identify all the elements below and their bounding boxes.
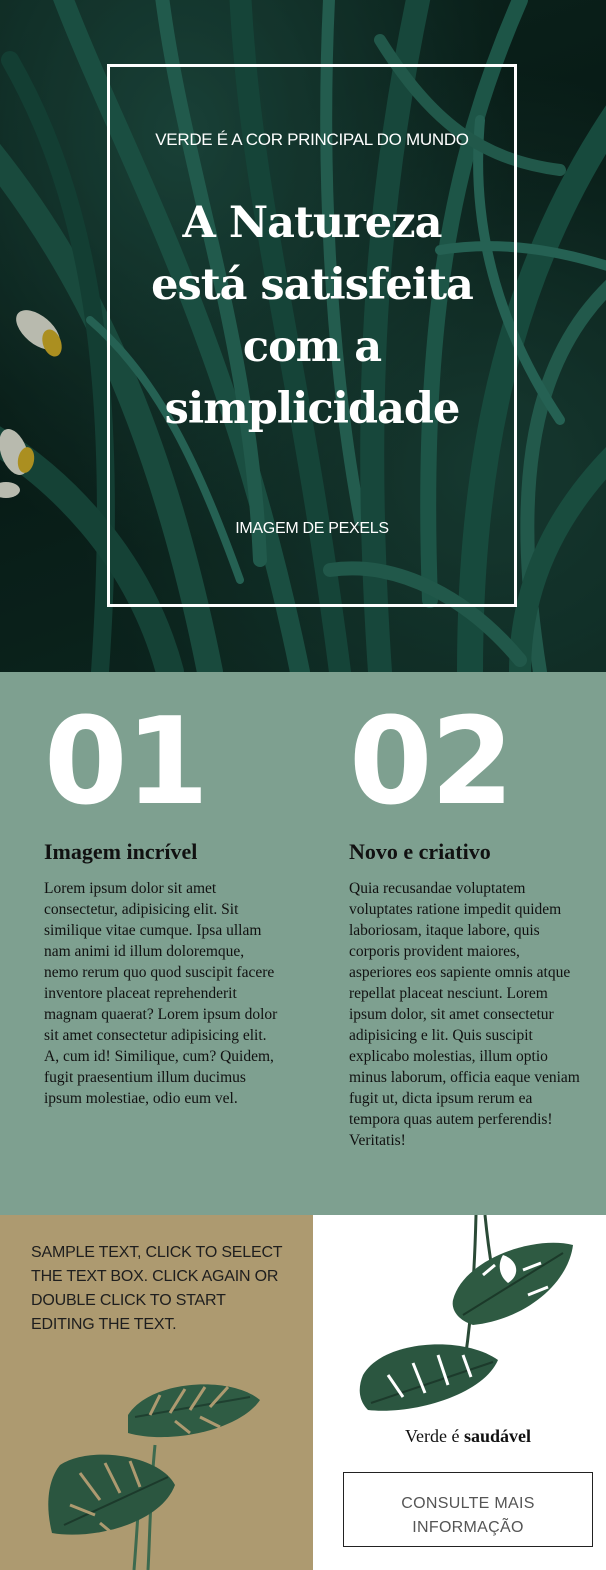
feature-body: Quia recusandae voluptatem voluptates ra… — [349, 880, 580, 1149]
feature-title-regular: Novo e — [349, 839, 419, 864]
feature-number: 02 — [349, 693, 514, 832]
cta-caption-bold: saudável — [463, 1426, 531, 1446]
feature-title-bold: criativo — [418, 839, 491, 864]
learn-more-button[interactable]: CONSULTE MAIS INFORMAÇÃO — [343, 1472, 593, 1547]
monstera-plant-photo — [48, 1384, 260, 1570]
cta-caption-regular: Verde é — [405, 1426, 464, 1446]
hero-image-credit: IMAGEM DE PEXELS — [235, 520, 389, 537]
promo-section: SAMPLE TEXT, CLICK TO SELECT THE TEXT BO… — [0, 1215, 313, 1570]
cta-caption: Verde é saudável — [313, 1426, 606, 1447]
hero-title: A Natureza está satisfeita com a simplic… — [151, 198, 474, 434]
feature-number: 01 — [44, 693, 209, 832]
feature-title: Imagem incrível — [44, 839, 294, 865]
feature-title: Novo e criativo — [349, 839, 599, 865]
feature-body: Lorem ipsum dolor sit amet consectetur, … — [44, 880, 278, 1107]
promo-text[interactable]: SAMPLE TEXT, CLICK TO SELECT THE TEXT BO… — [31, 1241, 287, 1337]
features-section: 01 Imagem incrível Lorem ipsum dolor sit… — [0, 672, 606, 1215]
hanging-monstera-photo — [359, 1215, 573, 1411]
hero-section: VERDE É A COR PRINCIPAL DO MUNDO A Natur… — [0, 0, 606, 672]
feature-title-bold: Imagem — [44, 839, 121, 864]
feature-title-regular: incrível — [120, 839, 198, 864]
hero-kicker: VERDE É A COR PRINCIPAL DO MUNDO — [155, 130, 469, 149]
cta-section: Verde é saudável CONSULTE MAIS INFORMAÇÃ… — [313, 1215, 606, 1570]
